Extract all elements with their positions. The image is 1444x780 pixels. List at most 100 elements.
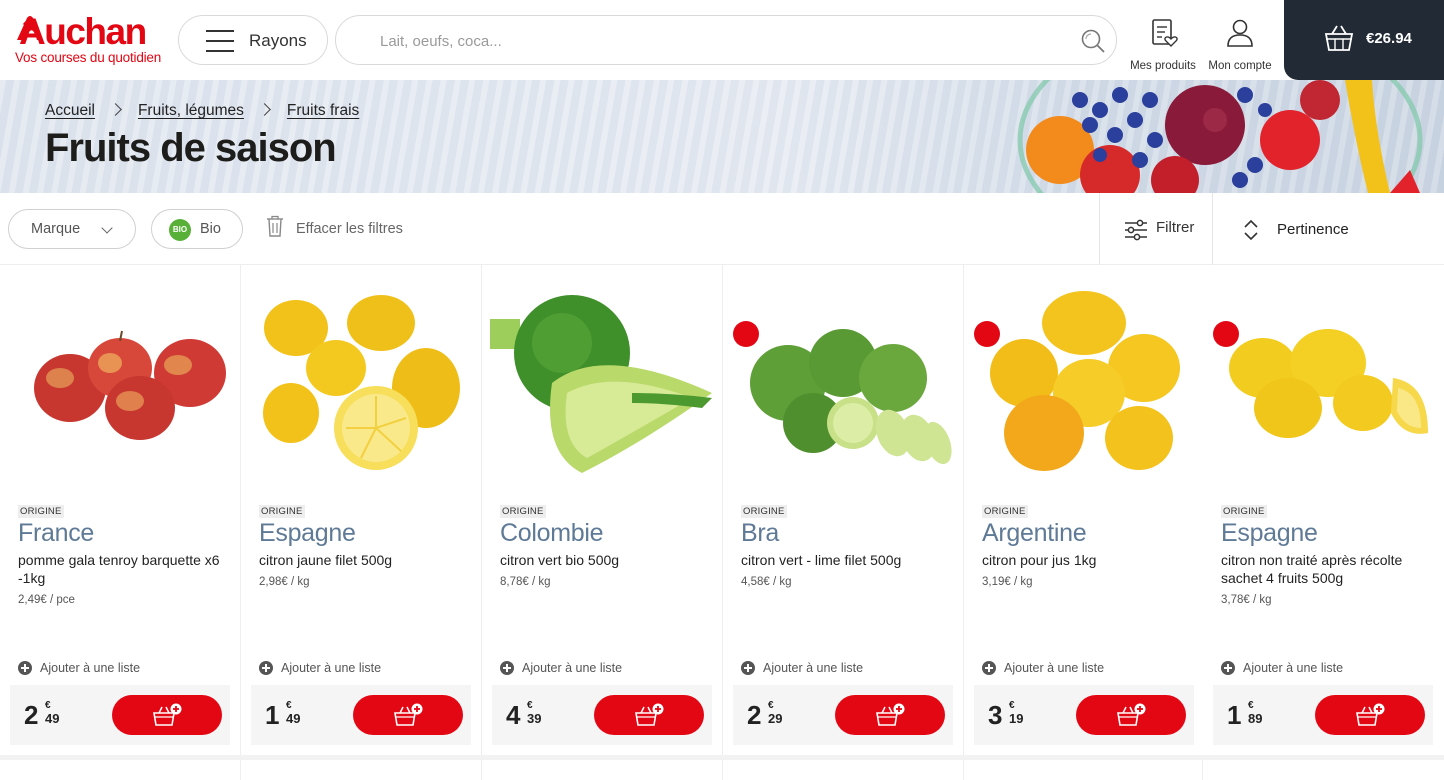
add-to-cart-button[interactable] xyxy=(1315,695,1425,735)
price-bar: 1 € 49 xyxy=(251,685,471,745)
plus-circle-icon xyxy=(500,661,514,675)
price-decimals: 49 xyxy=(286,711,301,726)
price-currency: € xyxy=(527,700,533,711)
add-basket-icon xyxy=(153,703,182,726)
unit-price: 3,78€ / kg xyxy=(1221,594,1272,606)
filtrer-label: Filtrer xyxy=(1156,219,1195,236)
product-image[interactable] xyxy=(974,283,1194,488)
price-currency: € xyxy=(768,700,774,711)
bio-badge-icon: BIO xyxy=(169,219,191,241)
marque-label: Marque xyxy=(31,221,81,237)
add-basket-icon xyxy=(1117,703,1146,726)
price-integer: 1 xyxy=(1227,700,1242,730)
plus-circle-icon xyxy=(741,661,755,675)
origin-tag: ORIGINE xyxy=(741,505,787,518)
bio-filter-toggle[interactable]: BIO Bio xyxy=(151,209,243,249)
plus-circle-icon xyxy=(259,661,273,675)
product-image[interactable] xyxy=(492,283,712,488)
search-input[interactable] xyxy=(380,28,1060,54)
price-decimals: 19 xyxy=(1009,711,1024,726)
price-decimals: 29 xyxy=(768,711,783,726)
sort-label: Pertinence xyxy=(1277,221,1349,238)
product-card[interactable]: ORIGINE Espagne citron jaune filet 500g … xyxy=(241,265,482,755)
plus-circle-icon xyxy=(18,661,32,675)
price-integer: 1 xyxy=(265,700,280,730)
price-currency: € xyxy=(1009,700,1015,711)
breadcrumb-link-accueil[interactable]: Accueil xyxy=(45,102,95,119)
chevron-right-icon xyxy=(258,103,271,116)
chevron-right-icon xyxy=(109,103,122,116)
product-image[interactable] xyxy=(1213,283,1433,488)
origin-tag: ORIGINE xyxy=(500,505,546,518)
clear-filters-label: Effacer les filtres xyxy=(296,221,403,237)
product-image[interactable] xyxy=(10,283,230,488)
add-basket-icon xyxy=(876,703,905,726)
product-name[interactable]: citron pour jus 1kg xyxy=(982,551,1194,569)
product-image[interactable] xyxy=(251,283,471,488)
mon-compte-link[interactable]: Mon compte xyxy=(1205,18,1275,72)
origin-tag: ORIGINE xyxy=(18,505,64,518)
product-card-placeholder xyxy=(0,760,241,780)
filter-bar: Marque BIO Bio Effacer les filtres Filtr… xyxy=(0,193,1444,265)
search-icon[interactable] xyxy=(1080,28,1106,54)
add-to-cart-button[interactable] xyxy=(1076,695,1186,735)
product-name[interactable]: citron vert - lime filet 500g xyxy=(741,551,953,569)
add-to-cart-button[interactable] xyxy=(835,695,945,735)
product-name[interactable]: citron non traité après récolte sachet 4… xyxy=(1221,551,1433,587)
product-card[interactable]: ORIGINE Espagne citron non traité après … xyxy=(1203,265,1444,755)
add-to-list-label: Ajouter à une liste xyxy=(522,661,623,675)
product-card[interactable]: ORIGINE Bra citron vert - lime filet 500… xyxy=(723,265,964,755)
product-card[interactable]: ORIGINE France pomme gala tenroy barquet… xyxy=(0,265,241,755)
breadcrumb-link-fruits-legumes[interactable]: Fruits, légumes xyxy=(138,102,244,119)
product-card-placeholder xyxy=(723,760,964,780)
product-card[interactable]: ORIGINE Colombie citron vert bio 500g 8,… xyxy=(482,265,723,755)
product-country: Espagne xyxy=(259,519,356,547)
auchan-logo[interactable]: Auchan Vos courses du quotidien xyxy=(15,12,162,68)
sort-arrows-icon xyxy=(1244,219,1258,241)
mes-produits-link[interactable]: Mes produits xyxy=(1128,18,1198,72)
origin-tag: ORIGINE xyxy=(259,505,305,518)
product-country: Espagne xyxy=(1221,519,1318,547)
price-integer: 4 xyxy=(506,700,521,730)
product-card-placeholder xyxy=(482,760,723,780)
product-country: Argentine xyxy=(982,519,1087,547)
add-to-cart-button[interactable] xyxy=(594,695,704,735)
product-card-placeholder xyxy=(241,760,482,780)
product-grid: ORIGINE France pomme gala tenroy barquet… xyxy=(0,265,1444,755)
sort-dropdown[interactable]: Pertinence xyxy=(1213,193,1444,265)
unit-price: 3,19€ / kg xyxy=(982,576,1033,588)
plus-circle-icon xyxy=(1221,661,1235,675)
product-country: Colombie xyxy=(500,519,604,547)
unit-price: 8,78€ / kg xyxy=(500,576,551,588)
product-name[interactable]: citron vert bio 500g xyxy=(500,551,712,569)
price-currency: € xyxy=(286,700,292,711)
origin-tag: ORIGINE xyxy=(982,505,1028,518)
product-image[interactable] xyxy=(733,283,953,488)
price-integer: 2 xyxy=(24,700,39,730)
add-to-cart-button[interactable] xyxy=(353,695,463,735)
breadcrumb: Accueil Fruits, légumes Fruits frais xyxy=(45,102,359,120)
trash-icon xyxy=(267,215,283,237)
cart-button[interactable]: €26.94 xyxy=(1284,0,1444,80)
product-name[interactable]: pomme gala tenroy barquette x6 -1kg xyxy=(18,551,230,587)
bio-label: Bio xyxy=(200,221,221,237)
breadcrumb-link-fruits-frais[interactable]: Fruits frais xyxy=(287,102,359,119)
price-decimals: 39 xyxy=(527,711,542,726)
rayons-menu-button[interactable]: Rayons xyxy=(178,15,328,65)
filtrer-button[interactable]: Filtrer xyxy=(1099,193,1213,265)
chevron-down-icon xyxy=(101,222,113,234)
fruit-bowl-image xyxy=(1017,80,1423,193)
add-to-cart-button[interactable] xyxy=(112,695,222,735)
product-country: Bra xyxy=(741,519,780,547)
price-decimals: 49 xyxy=(45,711,60,726)
mes-produits-label: Mes produits xyxy=(1130,60,1196,72)
product-name[interactable]: citron jaune filet 500g xyxy=(259,551,471,569)
product-card[interactable]: ORIGINE Argentine citron pour jus 1kg 3,… xyxy=(964,265,1205,755)
logo-tagline: Vos courses du quotidien xyxy=(15,50,162,65)
basket-icon xyxy=(1324,25,1354,51)
product-card-placeholder xyxy=(964,760,1203,780)
add-basket-icon xyxy=(1356,703,1385,726)
marque-dropdown[interactable]: Marque xyxy=(8,209,136,249)
price-bar: 4 € 39 xyxy=(492,685,712,745)
price-decimals: 89 xyxy=(1248,711,1263,726)
